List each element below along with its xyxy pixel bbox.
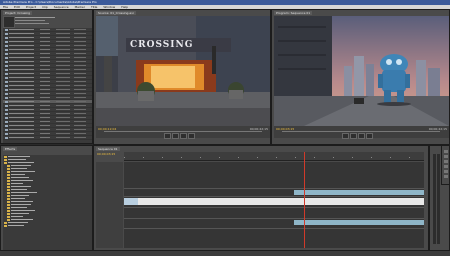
insert-button[interactable] xyxy=(188,133,195,139)
source-transport xyxy=(164,133,196,140)
video-clip[interactable] xyxy=(294,190,424,195)
sequence-tab[interactable]: Sequence 01 xyxy=(96,147,120,151)
time-ruler[interactable] xyxy=(124,152,424,161)
source-time-ruler[interactable] xyxy=(104,131,262,132)
selection-tool-icon[interactable] xyxy=(444,150,448,153)
list-item[interactable] xyxy=(3,136,92,140)
program-controls: 00;00;03;15 00;00;22;15 xyxy=(274,126,449,140)
razor-tool-icon[interactable] xyxy=(444,165,448,168)
program-video-frame[interactable] xyxy=(274,16,449,126)
source-video-image xyxy=(96,16,270,126)
step-forward-button[interactable] xyxy=(358,133,365,139)
video-clip-selected[interactable] xyxy=(124,198,424,205)
track-headers xyxy=(96,162,123,248)
hand-tool-icon[interactable] xyxy=(444,175,448,178)
track-area[interactable] xyxy=(124,152,424,248)
program-transport xyxy=(342,133,374,140)
tree-folder[interactable] xyxy=(3,224,92,227)
audio-meter-right xyxy=(437,154,440,244)
program-tab[interactable]: Program: Sequence 01 xyxy=(274,11,313,15)
source-tab[interactable]: Source: 01_Crossing.avi xyxy=(96,11,136,15)
source-controls: 00;00;12;04 00;00;22;15 xyxy=(96,126,270,140)
effects-tree[interactable] xyxy=(3,155,92,250)
effects-panel: Effects xyxy=(0,145,93,251)
audio-clip[interactable] xyxy=(294,220,424,225)
ripple-edit-tool-icon[interactable] xyxy=(444,160,448,163)
clip-thumbnail xyxy=(3,16,15,28)
audio-meter-left xyxy=(433,154,436,244)
track-select-tool-icon[interactable] xyxy=(444,155,448,158)
timeline-timecode: 00;00;03;15 xyxy=(97,152,116,156)
clip-info-line xyxy=(15,17,55,18)
step-forward-button[interactable] xyxy=(180,133,187,139)
step-back-button[interactable] xyxy=(164,133,171,139)
source-monitor-panel: Source: 01_Crossing.avi CROSSING 00;00;1… xyxy=(93,9,271,145)
program-video-image xyxy=(274,16,449,126)
status-bar xyxy=(0,251,450,256)
play-button[interactable] xyxy=(350,133,357,139)
timeline-panel: Sequence 01 00;00;03;15 xyxy=(93,145,429,251)
program-monitor-panel: Program: Sequence 01 00;00;03;15 00;00;2… xyxy=(271,9,450,145)
window-title: Adobe Premiere Pro - C:\Users\Documents\… xyxy=(3,0,97,4)
playhead[interactable] xyxy=(304,152,305,248)
step-back-button[interactable] xyxy=(342,133,349,139)
source-video-frame[interactable]: CROSSING xyxy=(96,16,270,126)
play-button[interactable] xyxy=(172,133,179,139)
clip-info-line xyxy=(15,23,49,24)
project-bin-list[interactable] xyxy=(3,28,92,143)
lift-button[interactable] xyxy=(366,133,373,139)
tools-panel xyxy=(441,145,450,185)
program-time-ruler[interactable] xyxy=(282,131,440,132)
effects-tab[interactable]: Effects xyxy=(3,147,18,151)
clip-info-line xyxy=(15,20,45,21)
project-panel: Project: Crossing xyxy=(0,9,93,144)
project-tab[interactable]: Project: Crossing xyxy=(3,11,33,15)
crossing-sign: CROSSING xyxy=(130,40,194,50)
clip-thumbnail xyxy=(124,198,138,205)
slip-tool-icon[interactable] xyxy=(444,170,448,173)
